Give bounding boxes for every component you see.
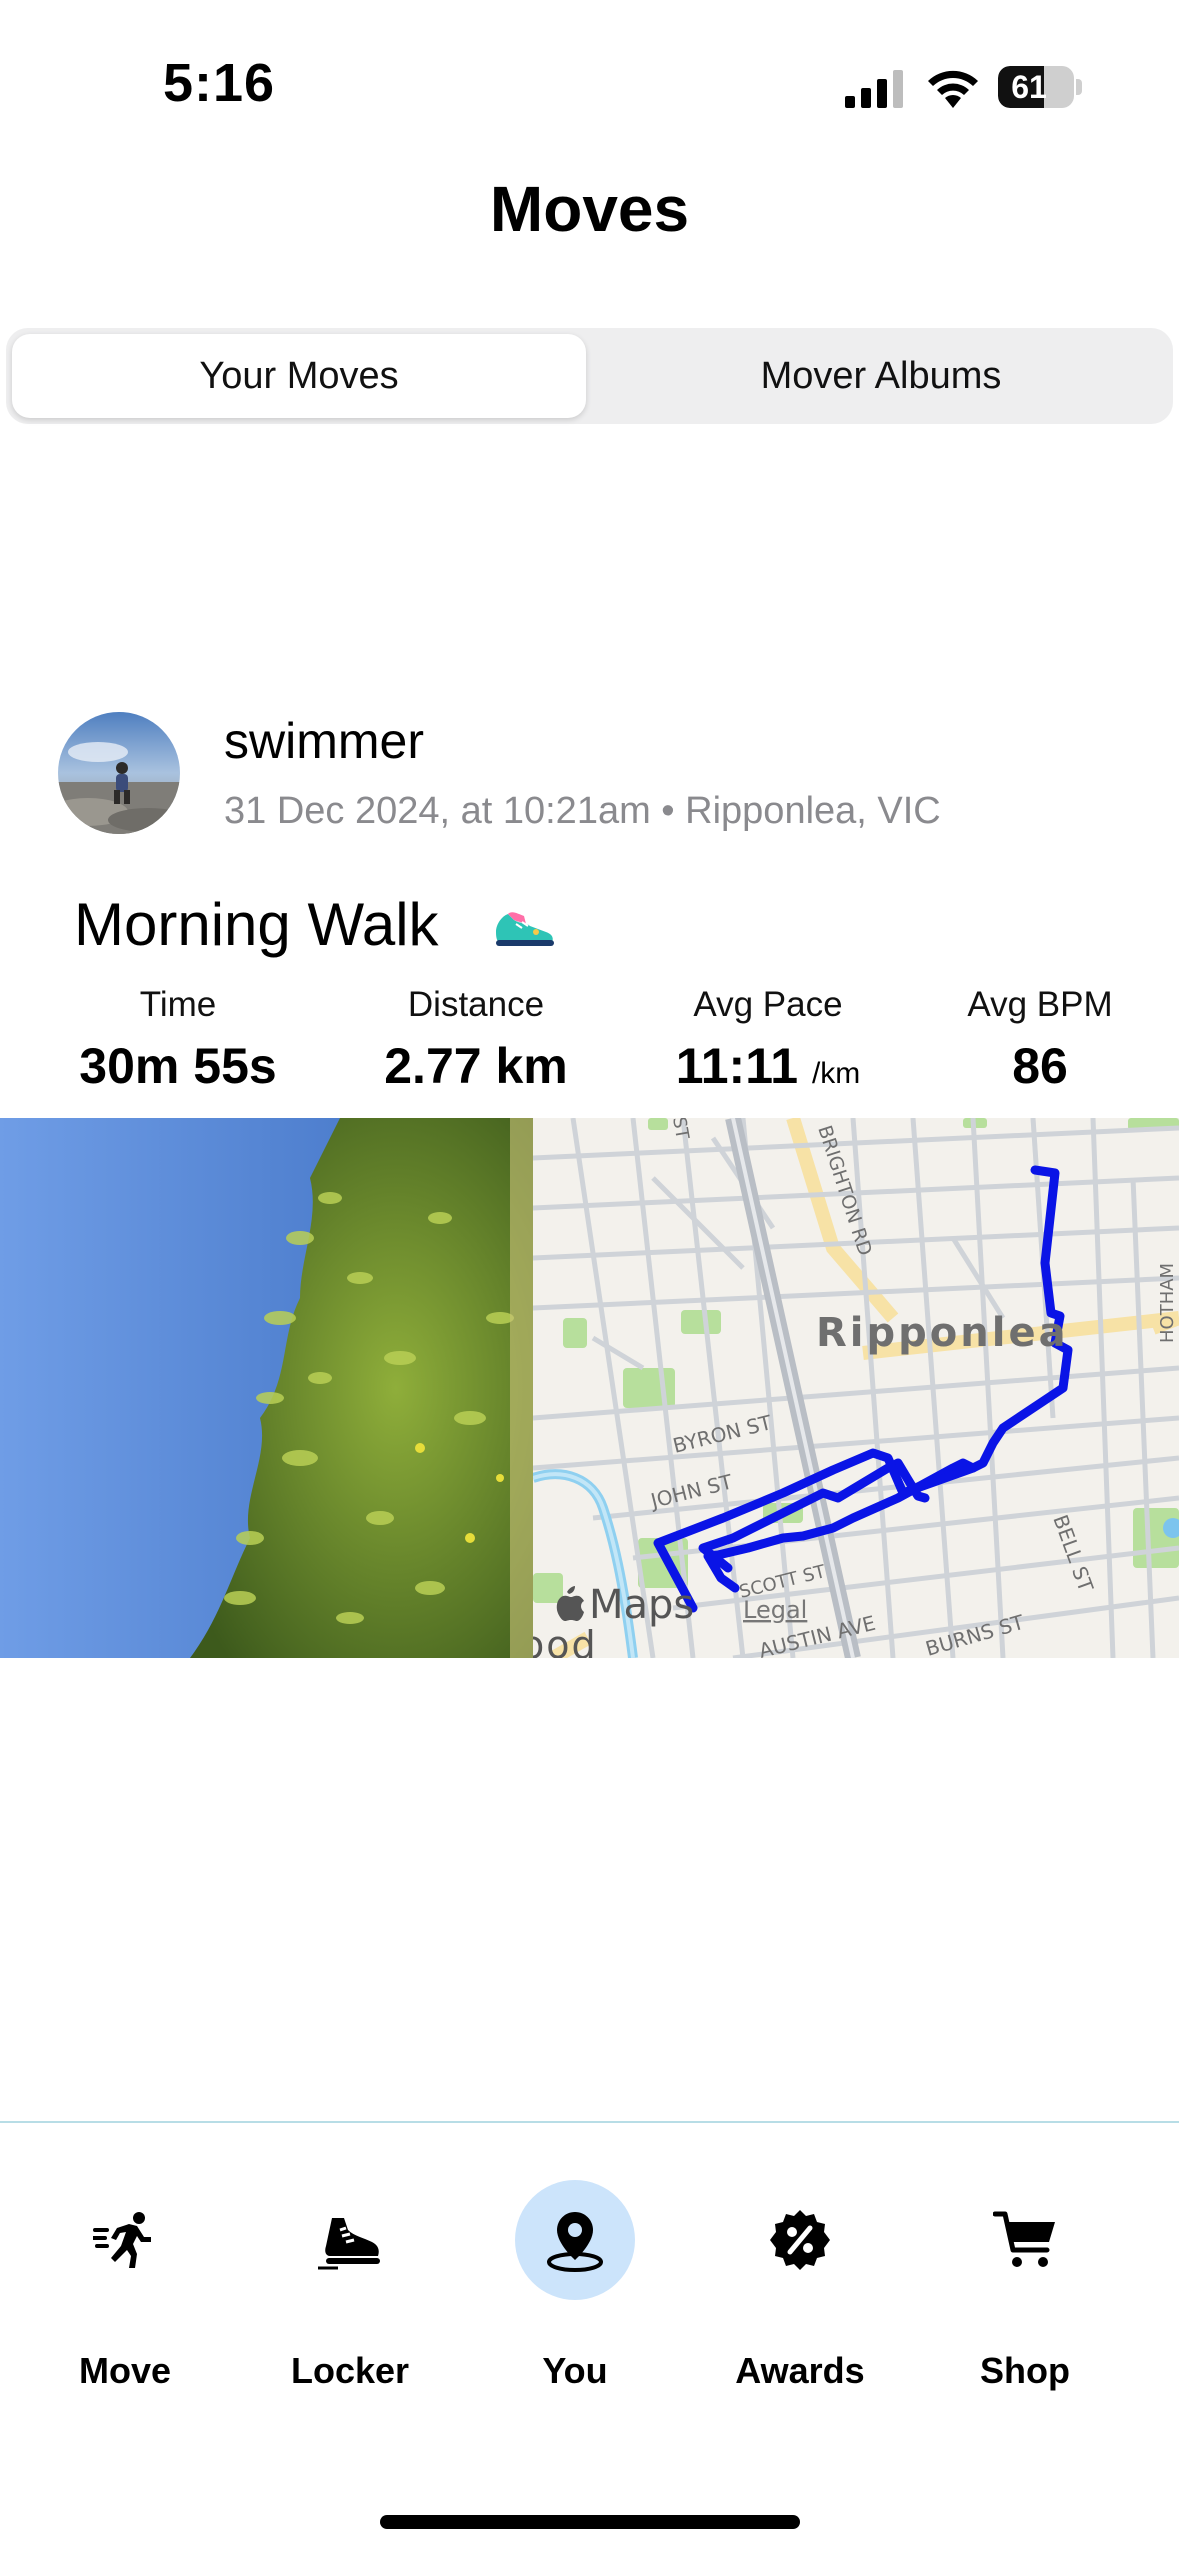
shopping-cart-icon: [993, 2211, 1055, 2267]
stat-value: 11:11: [675, 1038, 799, 1094]
nav-active-indicator: [515, 2180, 635, 2300]
legal-link[interactable]: Legal: [743, 1596, 807, 1624]
nav-divider: [0, 2121, 1179, 2123]
stat-avg-pace: Avg Pace 11:11 /km: [628, 985, 908, 1095]
percent-badge-icon: [770, 2210, 830, 2270]
status-time: 5:16: [163, 53, 276, 113]
wifi-icon: [928, 70, 978, 108]
nav-label-shop: Shop: [980, 2350, 1070, 2391]
stat-unit: /km: [811, 1057, 861, 1090]
status-bar: 5:16 61: [0, 0, 1179, 170]
nav-label-you: You: [542, 2350, 608, 2391]
nav-item-move[interactable]: Move: [35, 2180, 215, 2400]
stat-distance: Distance 2.77 km: [336, 985, 616, 1095]
tab-your-moves[interactable]: Your Moves: [12, 334, 586, 418]
username[interactable]: swimmer: [224, 712, 424, 770]
stat-label: Avg Pace: [693, 985, 843, 1024]
battery-icon: 61: [998, 66, 1082, 108]
page-title: Moves: [489, 173, 690, 245]
tab-mover-albums[interactable]: Mover Albums: [596, 334, 1166, 418]
nav-label-awards: Awards: [735, 2350, 865, 2391]
stat-value: 30m 55s: [79, 1038, 277, 1094]
map-label-suburb: Ripponlea: [816, 1310, 1069, 1356]
stat-value: 86: [1012, 1038, 1068, 1094]
maps-attribution: Maps: [589, 1582, 694, 1628]
stat-avg-bpm: Avg BPM 86: [900, 985, 1179, 1095]
nav-label-move: Move: [78, 2350, 172, 2391]
nav-item-shop[interactable]: Shop: [935, 2180, 1115, 2400]
stat-label: Avg BPM: [967, 985, 1113, 1024]
sneaker-icon: [318, 2218, 380, 2270]
post-meta: 31 Dec 2024, at 10:21am • Ripponlea, VIC: [224, 790, 941, 832]
home-indicator[interactable]: [380, 2515, 800, 2529]
activity-title: Morning Walk: [74, 891, 439, 958]
stat-time: Time 30m 55s: [38, 985, 318, 1095]
map-label-hotham: HOTHAM: [1157, 1263, 1178, 1343]
battery-percent: 61: [1011, 69, 1047, 105]
stat-label: Time: [139, 985, 217, 1024]
activity-media: Ripponlea BYRON ST JOHN ST SCOTT ST AUST…: [0, 1118, 1179, 1658]
avatar[interactable]: [58, 712, 180, 834]
nav-item-you[interactable]: You: [485, 2180, 665, 2400]
nav-label-locker: Locker: [290, 2350, 410, 2391]
running-person-icon: [93, 2212, 151, 2268]
segmented-control: Your Moves Mover Albums: [6, 328, 1173, 424]
route-map[interactable]: Ripponlea BYRON ST JOHN ST SCOTT ST AUST…: [533, 1118, 1179, 1658]
stat-label: Distance: [407, 985, 545, 1024]
activity-photo[interactable]: [0, 1118, 533, 1658]
cellular-signal-icon: [845, 70, 903, 108]
stat-value: 2.77 km: [384, 1038, 568, 1094]
sneaker-icon: [496, 912, 554, 946]
location-pin-icon: [547, 2212, 603, 2272]
nav-item-locker[interactable]: Locker: [260, 2180, 440, 2400]
nav-item-awards[interactable]: Awards: [710, 2180, 890, 2400]
map-label-partial: ood: [533, 1623, 598, 1658]
